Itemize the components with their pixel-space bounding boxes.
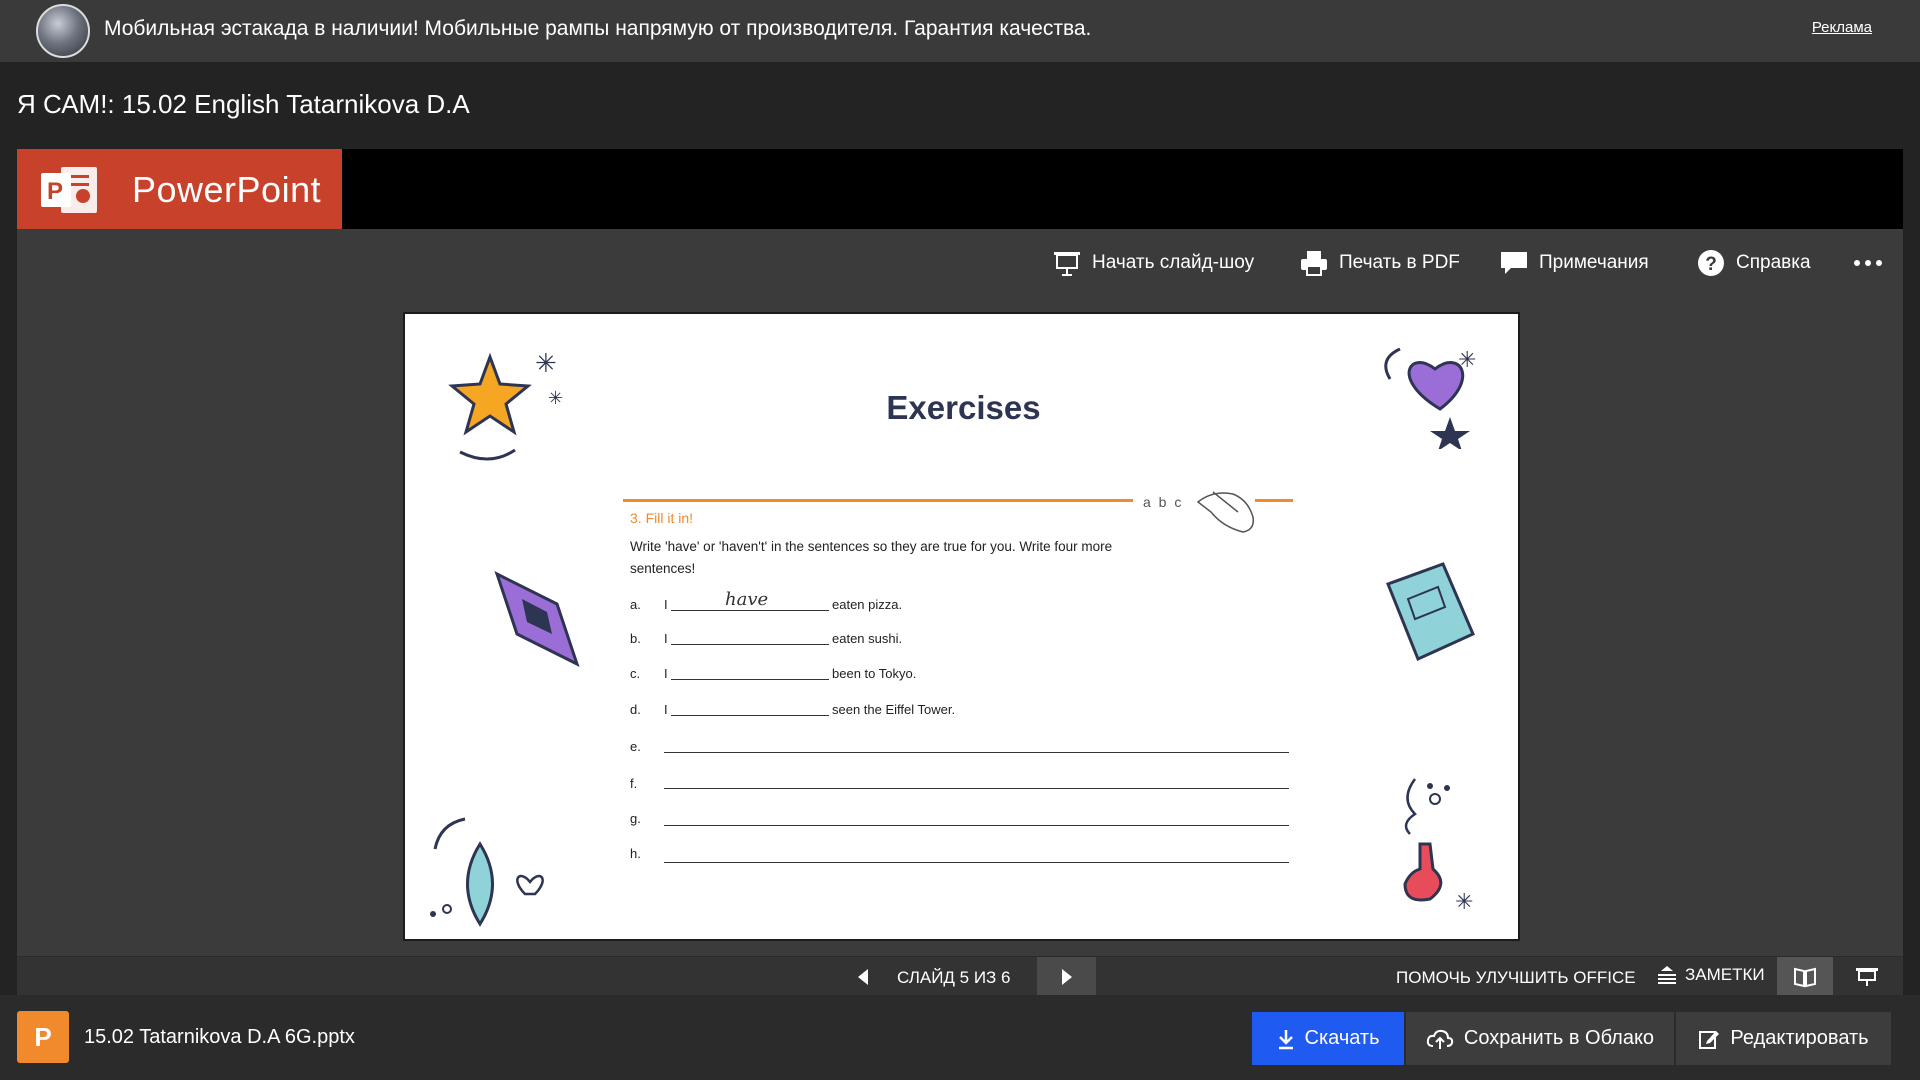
row-line-h[interactable]: [664, 862, 1289, 863]
slide-canvas[interactable]: ✳ ✳ ✳ ✳ Exercises a b c 3. Fill it in! W…: [403, 312, 1520, 941]
slideshow-view-button[interactable]: [1839, 957, 1895, 996]
download-label: Скачать: [1304, 1027, 1380, 1049]
help-icon: ?: [1698, 250, 1724, 276]
triangle-left-icon: [858, 968, 868, 985]
row-subject-a: I: [664, 597, 668, 612]
ad-label-link[interactable]: Реклама: [1812, 19, 1872, 36]
print-pdf-button[interactable]: Печать в PDF: [1299, 247, 1460, 279]
row-line-f[interactable]: [664, 788, 1289, 789]
row-letter-a: a.: [630, 597, 641, 612]
ad-text[interactable]: Мобильная эстакада в наличии! Мобильные …: [104, 17, 1091, 41]
next-slide-button[interactable]: [1037, 957, 1096, 996]
svg-text:P: P: [47, 178, 63, 205]
app-name: PowerPoint: [132, 169, 322, 210]
row-ending-c: been to Tokyo.: [832, 666, 917, 681]
row-letter-c: c.: [630, 666, 641, 681]
row-letter-d: d.: [630, 702, 641, 717]
edit-icon: [1699, 1030, 1720, 1049]
row-letter-g: g.: [630, 811, 641, 826]
row-subject-b: I: [664, 631, 668, 646]
svg-text:✳: ✳: [1455, 889, 1473, 914]
edit-label: Редактировать: [1730, 1027, 1869, 1049]
row-ending-b: eaten sushi.: [832, 631, 903, 646]
app-header: P PowerPoint: [17, 149, 1903, 229]
row-subject-c: I: [664, 666, 668, 681]
flask-decoration-icon: ✳: [1403, 778, 1473, 914]
abc-decoration: a b c: [1143, 494, 1184, 510]
comments-button[interactable]: Примечания: [1499, 247, 1649, 279]
writing-hand-icon: [1196, 491, 1255, 533]
save-cloud-label: Сохранить в Облако: [1463, 1027, 1655, 1049]
comment-icon: [1501, 252, 1527, 274]
triangle-right-icon: [1061, 968, 1072, 985]
row-letter-b: b.: [630, 631, 641, 646]
print-pdf-label: Печать в PDF: [1339, 252, 1460, 273]
previous-slide-button[interactable]: [843, 957, 883, 996]
notes-button[interactable]: ЗАМЕТКИ: [1657, 965, 1765, 985]
presentation-small-icon: [1856, 967, 1878, 986]
app-brand: P PowerPoint: [17, 149, 342, 229]
row-letter-f: f.: [630, 776, 638, 791]
row-letter-e: e.: [630, 739, 641, 754]
row-ending-a: eaten pizza.: [832, 597, 903, 612]
svg-text:?: ?: [1705, 254, 1717, 275]
row-letter-h: h.: [630, 846, 641, 861]
notes-icon: [1658, 966, 1676, 984]
powerpoint-viewer: P PowerPoint Начать слайд-шоу Печать в P…: [17, 149, 1903, 996]
help-label: Справка: [1736, 252, 1811, 273]
slide-title: Exercises: [886, 389, 1041, 426]
download-button[interactable]: Скачать: [1252, 1012, 1404, 1065]
help-improve-office-link[interactable]: ПОМОЧЬ УЛУЧШИТЬ OFFICE: [1396, 968, 1636, 988]
leaf-decoration-icon: [430, 817, 544, 927]
row-line-g[interactable]: [664, 825, 1289, 826]
row-ending-d: seen the Eiffel Tower.: [832, 702, 956, 717]
powerpoint-logo-icon: P: [41, 167, 97, 213]
slide-counter: СЛАЙД 5 ИЗ 6: [897, 968, 1011, 987]
row-line-e[interactable]: [664, 752, 1289, 753]
cloud-upload-icon: [1426, 1029, 1454, 1049]
svg-text:✳: ✳: [535, 348, 557, 378]
page-title: Я САМ!: 15.02 English Tatarnikova D.A: [17, 89, 470, 119]
orange-rule-left: [623, 499, 1133, 502]
start-slideshow-label: Начать слайд-шоу: [1092, 252, 1255, 273]
comments-label: Примечания: [1539, 252, 1649, 273]
file-bar: P 15.02 Tatarnikova D.A 6G.pptx Скачать …: [0, 995, 1920, 1080]
more-options-button[interactable]: [1853, 247, 1893, 279]
printer-icon: [1301, 251, 1327, 276]
row-blank-b[interactable]: [671, 628, 829, 645]
notebook-decoration-icon: [1386, 562, 1475, 662]
ad-banner[interactable]: Мобильная эстакада в наличии! Мобильные …: [0, 0, 1920, 62]
more-icon: [1854, 260, 1882, 266]
row-blank-c[interactable]: [671, 663, 829, 680]
exercise-instruction: Write 'have' or 'haven't' in the sentenc…: [630, 539, 1113, 576]
status-bar: СЛАЙД 5 ИЗ 6 ПОМОЧЬ УЛУЧШИТЬ OFFICE ЗАМЕ…: [17, 956, 1903, 996]
viewer-toolbar: Начать слайд-шоу Печать в PDF Примечания…: [17, 229, 1903, 297]
help-button[interactable]: ? Справка: [1696, 247, 1811, 279]
svg-text:✳: ✳: [1458, 347, 1476, 372]
exercise-heading: 3. Fill it in!: [630, 510, 694, 526]
pptx-file-icon: P: [17, 1011, 69, 1063]
book-open-icon: [1794, 967, 1816, 987]
reading-view-button[interactable]: [1777, 957, 1833, 996]
book-decoration-icon: [494, 571, 580, 667]
edit-button[interactable]: Редактировать: [1676, 1012, 1891, 1065]
row-blank-d[interactable]: [671, 699, 829, 716]
start-slideshow-button[interactable]: Начать слайд-шоу: [1052, 247, 1254, 279]
presentation-icon: [1054, 252, 1080, 276]
file-name: 15.02 Tatarnikova D.A 6G.pptx: [84, 1026, 355, 1048]
notes-label: ЗАМЕТКИ: [1685, 965, 1765, 984]
row-answer-a: have: [725, 589, 769, 610]
download-icon: [1278, 1029, 1293, 1049]
row-subject-d: I: [664, 702, 668, 717]
ad-avatar[interactable]: [36, 4, 90, 58]
save-cloud-button[interactable]: Сохранить в Облако: [1406, 1012, 1674, 1065]
